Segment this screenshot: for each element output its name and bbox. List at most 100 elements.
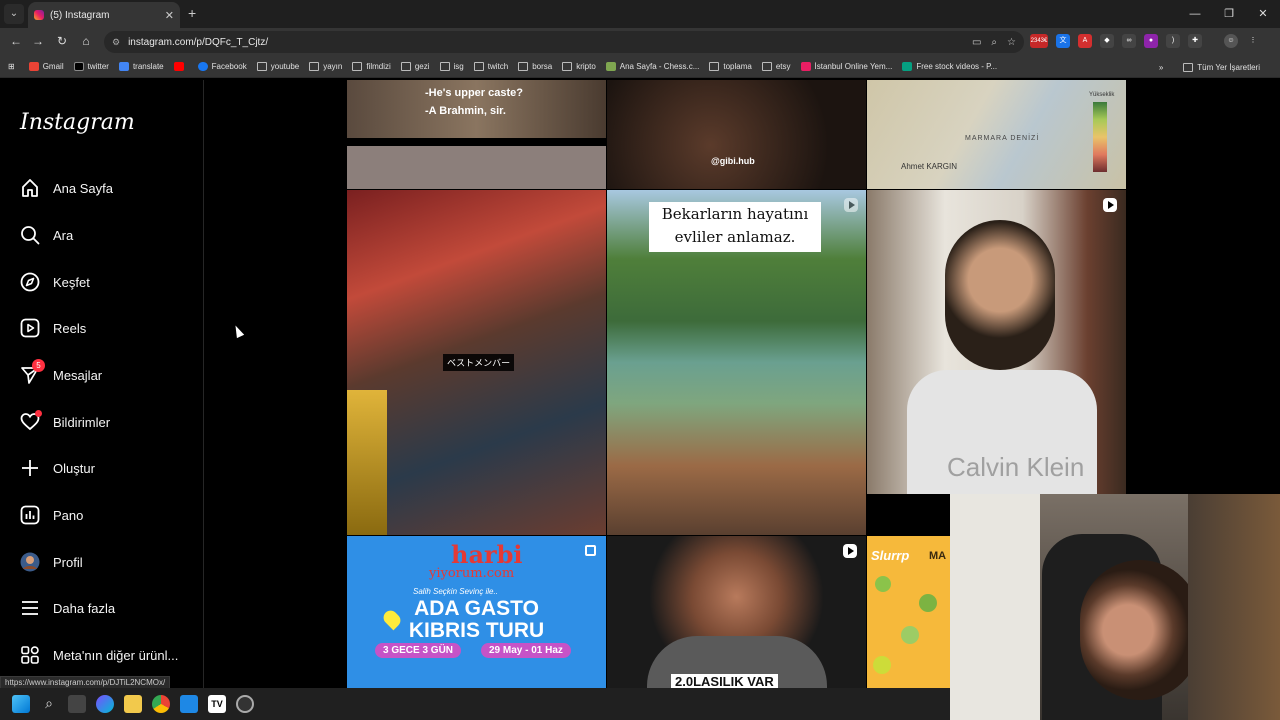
search-taskbar-icon[interactable]: ⌕ — [40, 695, 58, 713]
extensions-puzzle-icon[interactable]: ✚ — [1188, 34, 1202, 48]
profile-avatar-icon[interactable]: ☺ — [1224, 34, 1238, 48]
sidebar-item-label: Daha fazla — [53, 600, 116, 616]
close-window-button[interactable]: ✕ — [1246, 0, 1280, 28]
grid-post-6[interactable]: Calvin Klein — [867, 190, 1126, 494]
bookmarks-overflow-icon[interactable]: » — [1159, 63, 1163, 72]
bookmark-star-icon[interactable]: ☆ — [1007, 37, 1016, 48]
forward-icon[interactable]: → — [30, 34, 46, 48]
sidebar-item-reels[interactable]: Reels — [20, 313, 196, 343]
bookmark-twitter[interactable]: twitter — [73, 62, 109, 71]
folder-icon — [761, 62, 772, 71]
bookmark-folder-etsy[interactable]: etsy — [761, 62, 791, 71]
bookmark-folder-yayin[interactable]: yayın — [309, 62, 342, 71]
browser-tab[interactable]: (5) Instagram ✕ — [28, 2, 180, 28]
copilot-icon[interactable] — [96, 695, 114, 713]
folder-icon — [439, 62, 450, 71]
site-info-icon[interactable]: ⚙ — [112, 37, 120, 48]
bookmark-folder-isg[interactable]: isg — [439, 62, 464, 71]
grid-post-3[interactable]: Yükseklik MARMARA DENİZİ Ahmet KARGIN — [867, 80, 1126, 189]
bookmark-yemeksepeti[interactable]: İstanbul Online Yem... — [800, 62, 892, 71]
folder-icon — [473, 62, 484, 71]
yemeksepeti-icon — [800, 62, 811, 71]
obs-icon[interactable] — [236, 695, 254, 713]
install-app-icon[interactable]: ▭ — [972, 37, 981, 48]
sidebar-item-profile[interactable]: Profil — [20, 547, 196, 577]
notification-dot — [35, 410, 42, 417]
bookmark-translate[interactable]: translate — [118, 62, 164, 71]
sidebar-item-dashboard[interactable]: Pano — [20, 500, 196, 530]
bookmark-folder-gezi[interactable]: gezi — [400, 62, 430, 71]
bookmark-gmail[interactable]: Gmail — [28, 62, 64, 71]
sidebar-item-meta-apps[interactable]: Meta'nın diğer ürünl... — [20, 640, 196, 670]
post-handle: @gibi.hub — [711, 156, 755, 166]
post-subtitle: Salih Seçkin Sevinç ile.. — [413, 587, 498, 596]
post-caption: ベストメンバー — [443, 354, 515, 371]
zoom-icon[interactable]: ⌕ — [991, 37, 997, 48]
grid-post-9[interactable]: Slurrp MA — [867, 536, 950, 688]
sidebar-item-notifications[interactable]: Bildirimler — [20, 407, 196, 437]
bookmark-folder-twitch[interactable]: twitch — [473, 62, 508, 71]
apps-grid-icon[interactable]: ⊞ — [8, 62, 15, 71]
sidebar-item-search[interactable]: Ara — [20, 220, 196, 250]
audio-extension-icon[interactable]: ) — [1166, 34, 1180, 48]
translate-extension-icon[interactable]: 文 — [1056, 34, 1070, 48]
grid-post-1-bottom[interactable] — [347, 146, 606, 189]
folder-icon — [400, 62, 411, 71]
grid-post-2[interactable]: @gibi.hub — [607, 80, 866, 189]
reel-indicator-icon — [843, 544, 857, 558]
sidebar-item-label: Ana Sayfa — [53, 180, 113, 196]
glasses-extension-icon[interactable]: ∞ — [1122, 34, 1136, 48]
folder-icon — [309, 62, 320, 71]
post-caption-line1: Bekarların hayatını — [661, 205, 809, 223]
mouse-cursor-icon — [231, 323, 245, 339]
tab-search-button[interactable]: ⌄ — [4, 4, 24, 24]
sidebar-item-more[interactable]: Daha fazla — [20, 593, 196, 623]
file-explorer-icon[interactable] — [124, 695, 142, 713]
bookmark-youtube-icon-only[interactable] — [173, 62, 188, 71]
reload-icon[interactable]: ↻ — [54, 34, 70, 48]
sidebar-item-label: Reels — [53, 320, 87, 336]
browser-menu-icon[interactable]: ⋮ — [1246, 34, 1260, 48]
monitor-app-icon[interactable] — [180, 695, 198, 713]
browser-toolbar: ← → ↻ ⌂ ⚙ instagram.com/p/DQFc_T_Cjtz/ ▭… — [0, 28, 1280, 56]
minimize-button[interactable]: — — [1178, 0, 1212, 28]
purple-extension-icon[interactable]: ● — [1144, 34, 1158, 48]
dashboard-icon — [20, 505, 40, 525]
windows-start-icon[interactable] — [12, 695, 30, 713]
bookmark-folder-borsa[interactable]: borsa — [518, 62, 552, 71]
sidebar-item-create[interactable]: Oluştur — [20, 453, 196, 483]
adblock-extension-icon[interactable]: A — [1078, 34, 1092, 48]
curtain-area — [950, 494, 1040, 720]
home-button-icon[interactable]: ⌂ — [78, 34, 94, 48]
bookmark-folder-youtube[interactable]: youtube — [256, 62, 299, 71]
mango-graphic — [901, 626, 919, 644]
address-bar[interactable]: ⚙ instagram.com/p/DQFc_T_Cjtz/ ▭ ⌕ ☆ — [104, 31, 1024, 53]
bookmark-chess[interactable]: Ana Sayfa - Chess.c... — [605, 62, 699, 71]
new-tab-button[interactable]: + — [188, 5, 196, 21]
tradingview-icon[interactable]: TV — [208, 695, 226, 713]
back-icon[interactable]: ← — [8, 34, 24, 48]
close-tab-icon[interactable]: ✕ — [165, 9, 174, 22]
folder-icon — [562, 62, 573, 71]
bookmark-pexels[interactable]: Free stock videos - P... — [902, 62, 997, 71]
grid-post-4[interactable]: ベストメンバー — [347, 190, 606, 535]
restore-button[interactable]: ❐ — [1212, 0, 1246, 28]
sidebar-item-explore[interactable]: Keşfet — [20, 267, 196, 297]
bookmark-folder-filmdizi[interactable]: filmdizi — [352, 62, 391, 71]
price-extension-icon[interactable]: 2343€ — [1030, 34, 1048, 48]
sidebar-item-messages[interactable]: 5 Mesajlar — [20, 359, 196, 390]
all-bookmarks[interactable]: Tüm Yer İşaretleri — [1183, 62, 1260, 72]
bookmark-folder-kripto[interactable]: kripto — [562, 62, 596, 71]
reel-indicator-icon — [1103, 198, 1117, 212]
bookmark-folder-toplama[interactable]: toplama — [709, 62, 752, 71]
diamond-extension-icon[interactable]: ◆ — [1100, 34, 1114, 48]
grid-post-5[interactable]: Bekarların hayatını evliler anlamaz. — [607, 190, 866, 535]
chrome-icon[interactable] — [152, 695, 170, 713]
bookmark-facebook[interactable]: Facebook — [197, 62, 247, 71]
task-view-icon[interactable] — [68, 695, 86, 713]
grid-post-7[interactable]: harbi yiyorum.com Salih Seçkin Sevinç il… — [347, 536, 606, 688]
sidebar-item-home[interactable]: Ana Sayfa — [20, 173, 196, 203]
grid-post-8[interactable]: 2.0LASILIK VAR — [607, 536, 866, 688]
instagram-logo[interactable]: Instagram — [20, 110, 135, 135]
grid-post-1[interactable]: -He's upper caste? -A Brahmin, sir. — [347, 80, 606, 138]
